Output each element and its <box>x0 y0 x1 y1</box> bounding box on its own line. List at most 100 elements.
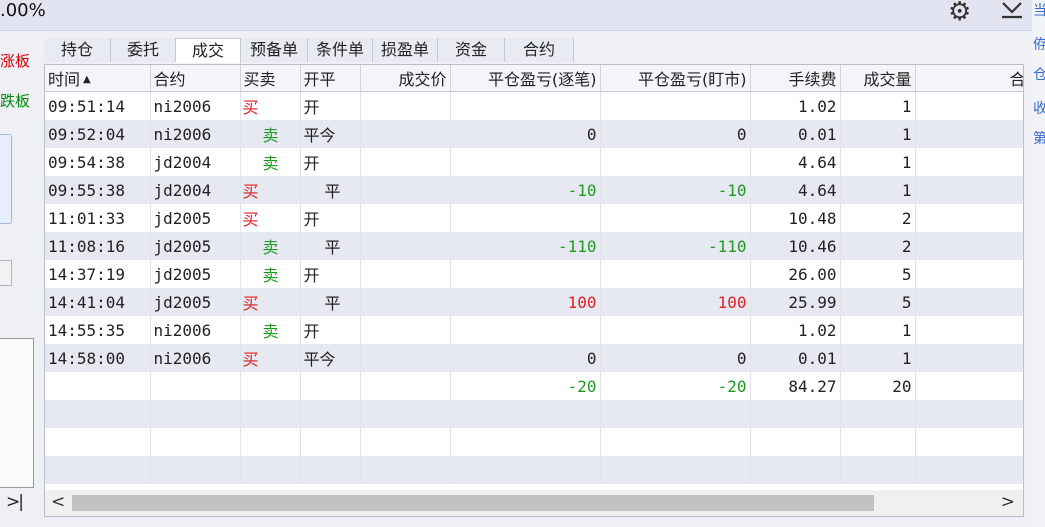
cell-contract: ni2006 <box>150 316 241 344</box>
table-row[interactable]: 14:55:35 ni2006 卖开 1.02 1 <box>45 316 1023 344</box>
col-header-price[interactable]: 成交价 <box>360 65 451 92</box>
scrollbar-thumb[interactable] <box>72 495 874 511</box>
empty-cell <box>600 456 751 484</box>
cell-time: 11:08:16 <box>45 232 151 260</box>
empty-cell <box>450 428 601 456</box>
cell-side: 买 <box>240 204 301 232</box>
cell-price <box>360 372 451 400</box>
table-row[interactable]: 11:01:33 jd2005 买开 10.48 2 <box>45 204 1023 232</box>
table-row[interactable]: 14:58:00 ni2006 买平今 0 0 0.01 1 <box>45 344 1023 372</box>
table-row[interactable]: 14:37:19 jd2005 卖开 26.00 5 <box>45 260 1023 288</box>
col-header-contract[interactable]: 合约 <box>150 65 241 92</box>
tab-stop-profit-orders[interactable]: 损盈单 <box>373 38 438 62</box>
table-row[interactable]: 09:51:14 ni2006 买开 1.02 1 <box>45 91 1023 120</box>
tab-positions[interactable]: 持仓 <box>44 38 111 62</box>
cell-time: 09:51:14 <box>45 91 151 120</box>
cell-extra <box>915 148 1023 176</box>
cell-extra <box>915 344 1023 372</box>
cell-contract <box>150 372 241 400</box>
cell-openclose: 平今 <box>300 344 361 372</box>
col-header-pnl-mark[interactable]: 平仓盈亏(盯市) <box>600 65 751 92</box>
cell-pnl-mark: 0 <box>600 344 751 372</box>
table-row[interactable]: 11:08:16 jd2005 卖平 -110 -110 10.46 2 <box>45 232 1023 260</box>
empty-cell <box>300 400 361 428</box>
horizontal-scrollbar[interactable]: < > <box>44 490 1024 517</box>
cell-pnl-mark <box>600 260 751 288</box>
empty-cell <box>240 428 301 456</box>
tab-trades[interactable]: 成交 <box>176 38 241 63</box>
side-panel-list <box>0 338 34 488</box>
cell-pnl-trade: -110 <box>450 232 601 260</box>
scroll-left-icon[interactable]: < <box>51 492 65 512</box>
gear-icon[interactable]: ⚙ <box>948 0 971 26</box>
empty-cell <box>45 400 151 428</box>
cell-fee: 4.64 <box>750 148 841 176</box>
empty-cell <box>750 400 841 428</box>
left-side-panel: 涨板 跌板 >| <box>0 38 36 522</box>
tab-funds[interactable]: 资金 <box>438 38 505 62</box>
cell-fee: 0.01 <box>750 344 841 372</box>
tab-contracts[interactable]: 合约 <box>505 38 574 62</box>
cell-qty: 5 <box>840 288 916 316</box>
tab-prepared-orders[interactable]: 预备单 <box>241 38 308 62</box>
empty-cell <box>240 400 301 428</box>
empty-cell <box>240 456 301 484</box>
col-header-fee[interactable]: 手续费 <box>750 65 841 92</box>
side-panel-box[interactable] <box>0 134 12 224</box>
trades-table: 时间 ▲ 合约 买卖 开平 成交价 平仓盈亏(逐笔) 平仓盈亏(盯市) 手续费 成… <box>44 64 1024 492</box>
empty-cell <box>300 456 361 484</box>
cell-contract: jd2005 <box>150 288 241 316</box>
col-header-time[interactable]: 时间 ▲ <box>45 65 151 92</box>
cell-price <box>360 344 451 372</box>
empty-cell <box>45 428 151 456</box>
scroll-right-icon[interactable]: > <box>1001 492 1015 512</box>
cell-openclose: 平今 <box>300 120 361 148</box>
cell-fee: 26.00 <box>750 260 841 288</box>
empty-cell <box>750 428 841 456</box>
cell-price <box>360 232 451 260</box>
cell-time: 14:41:04 <box>45 288 151 316</box>
cell-qty: 1 <box>840 344 916 372</box>
table-row[interactable]: 09:54:38 jd2004 卖开 4.64 1 <box>45 148 1023 176</box>
chevron-down-icon[interactable] <box>1001 0 1023 20</box>
side-panel-button[interactable] <box>0 260 12 286</box>
cell-side: 卖 <box>240 316 301 344</box>
cell-pnl-mark: 0 <box>600 120 751 148</box>
col-header-pnl-trade[interactable]: 平仓盈亏(逐笔) <box>450 65 601 92</box>
cell-side: 买 <box>240 176 301 204</box>
cell-extra <box>915 120 1023 148</box>
col-header-openclose[interactable]: 开平 <box>300 65 361 92</box>
total-fee: 84.27 <box>750 372 841 400</box>
cell-time: 14:58:00 <box>45 344 151 372</box>
cell-openclose: 开 <box>300 260 361 288</box>
cell-time: 14:55:35 <box>45 316 151 344</box>
cell-time: 14:37:19 <box>45 260 151 288</box>
empty-cell <box>600 428 751 456</box>
table-row[interactable]: 09:52:04 ni2006 卖平今 0 0 0.01 1 <box>45 120 1023 148</box>
cell-pnl-mark <box>600 316 751 344</box>
cell-fee: 10.46 <box>750 232 841 260</box>
tab-orders[interactable]: 委托 <box>111 38 176 62</box>
cell-extra <box>915 91 1023 120</box>
table-row[interactable]: 09:55:38 jd2004 买平 -10 -10 4.64 1 <box>45 176 1023 204</box>
limit-down-label: 跌板 <box>0 92 31 110</box>
cell-side: 卖 <box>240 120 301 148</box>
cell-openclose: 开 <box>300 204 361 232</box>
empty-cell <box>915 428 1023 456</box>
tab-conditional-orders[interactable]: 条件单 <box>308 38 373 62</box>
col-header-side[interactable]: 买卖 <box>240 65 301 92</box>
empty-cell <box>450 456 601 484</box>
empty-row <box>45 428 1023 456</box>
col-header-extra[interactable]: 合同 <box>915 65 1023 92</box>
col-header-qty[interactable]: 成交量 <box>840 65 916 92</box>
skip-to-end-icon[interactable]: >| <box>6 492 24 512</box>
empty-cell <box>150 428 241 456</box>
table-row[interactable]: 14:41:04 jd2005 买平 100 100 25.99 5 <box>45 288 1023 316</box>
cell-qty: 1 <box>840 120 916 148</box>
cell-side: 买 <box>240 91 301 120</box>
cell-time: 11:01:33 <box>45 204 151 232</box>
cell-contract: ni2006 <box>150 120 241 148</box>
right-edge-panel: 当侟仓收第 <box>1032 0 1045 527</box>
cell-pnl-mark <box>600 204 751 232</box>
empty-cell <box>360 400 451 428</box>
